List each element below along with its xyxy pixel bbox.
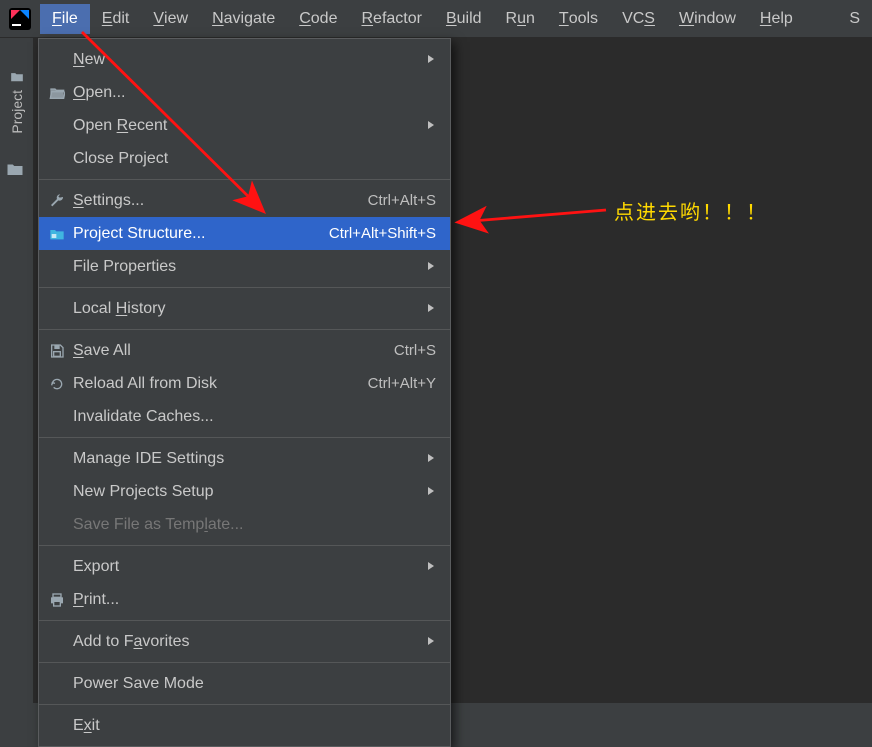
menu-run[interactable]: Run <box>494 4 547 34</box>
menu-item-label: Save All <box>73 342 394 360</box>
menu-separator <box>39 704 450 705</box>
save-icon <box>49 343 73 359</box>
menu-item-print[interactable]: Print... <box>39 583 450 616</box>
menu-item-manage-ide-settings[interactable]: Manage IDE Settings <box>39 442 450 475</box>
chevron-right-icon <box>422 558 436 576</box>
menu-item-open-recent[interactable]: Open Recent <box>39 109 450 142</box>
menu-item-add-to-favorites[interactable]: Add to Favorites <box>39 625 450 658</box>
menu-item-label: Open... <box>73 84 436 102</box>
menu-item-label: File Properties <box>73 258 422 276</box>
menu-window[interactable]: Window <box>667 4 748 34</box>
menu-help[interactable]: Help <box>748 4 805 34</box>
menu-item-export[interactable]: Export <box>39 550 450 583</box>
project-tab-label: Project <box>9 90 25 134</box>
menu-item-label: New Projects Setup <box>73 483 422 501</box>
wrench-icon <box>49 193 73 209</box>
menu-refactor[interactable]: Refactor <box>349 4 433 34</box>
menu-item-new[interactable]: New <box>39 43 450 76</box>
menu-item-label: Close Project <box>73 150 436 168</box>
menu-item-label: Add to Favorites <box>73 633 422 651</box>
open-icon <box>49 85 73 101</box>
menu-item-label: Save File as Template... <box>73 516 436 534</box>
proj-icon <box>49 226 73 242</box>
menu-item-shortcut: Ctrl+S <box>394 342 436 359</box>
reload-icon <box>49 376 73 392</box>
menu-tools[interactable]: Tools <box>547 4 610 34</box>
menu-separator <box>39 437 450 438</box>
menu-item-label: Project Structure... <box>73 225 329 243</box>
chevron-right-icon <box>422 450 436 468</box>
menu-item-label: New <box>73 51 422 69</box>
folder-icon <box>10 70 24 84</box>
menu-item-label: Export <box>73 558 422 576</box>
menu-item-open[interactable]: Open... <box>39 76 450 109</box>
menu-item-label: Local History <box>73 300 422 318</box>
menu-separator <box>39 329 450 330</box>
menu-item-label: Open Recent <box>73 117 422 135</box>
menu-extra[interactable]: S <box>837 4 872 34</box>
menu-item-reload-all-from-disk[interactable]: Reload All from DiskCtrl+Alt+Y <box>39 367 450 400</box>
menu-view[interactable]: View <box>141 4 200 34</box>
menu-item-label: Settings... <box>73 192 368 210</box>
menu-item-label: Power Save Mode <box>73 675 436 693</box>
menu-item-shortcut: Ctrl+Alt+Shift+S <box>329 225 436 242</box>
menu-build[interactable]: Build <box>434 4 494 34</box>
menu-vcs[interactable]: VCS <box>610 4 667 34</box>
left-tool-strip: Project <box>0 38 34 703</box>
menu-file[interactable]: File <box>40 4 90 34</box>
menu-item-exit[interactable]: Exit <box>39 709 450 742</box>
menu-item-invalidate-caches[interactable]: Invalidate Caches... <box>39 400 450 433</box>
folder-icon <box>6 160 24 182</box>
file-menu-dropdown: New Open... Open Recent Close Project Settin… <box>38 38 451 747</box>
menu-item-local-history[interactable]: Local History <box>39 292 450 325</box>
menu-code[interactable]: Code <box>287 4 349 34</box>
menu-item-file-properties[interactable]: File Properties <box>39 250 450 283</box>
menu-item-label: Exit <box>73 717 436 735</box>
menu-item-close-project[interactable]: Close Project <box>39 142 450 175</box>
menu-item-label: Reload All from Disk <box>73 375 368 393</box>
chevron-right-icon <box>422 117 436 135</box>
menu-item-power-save-mode[interactable]: Power Save Mode <box>39 667 450 700</box>
chevron-right-icon <box>422 633 436 651</box>
menu-item-label: Invalidate Caches... <box>73 408 436 426</box>
project-tool-tab[interactable]: Project <box>5 62 29 142</box>
menu-separator <box>39 179 450 180</box>
intellij-logo-icon <box>4 3 36 35</box>
menu-separator <box>39 620 450 621</box>
chevron-right-icon <box>422 258 436 276</box>
menu-item-label: Print... <box>73 591 436 609</box>
menu-item-shortcut: Ctrl+Alt+S <box>368 192 436 209</box>
chevron-right-icon <box>422 300 436 318</box>
menubar: FileEditViewNavigateCodeRefactorBuildRun… <box>0 0 872 38</box>
menu-item-shortcut: Ctrl+Alt+Y <box>368 375 436 392</box>
menu-item-settings[interactable]: Settings...Ctrl+Alt+S <box>39 184 450 217</box>
menu-separator <box>39 545 450 546</box>
chevron-right-icon <box>422 51 436 69</box>
menu-edit[interactable]: Edit <box>90 4 142 34</box>
chevron-right-icon <box>422 483 436 501</box>
print-icon <box>49 592 73 608</box>
menu-item-new-projects-setup[interactable]: New Projects Setup <box>39 475 450 508</box>
menu-separator <box>39 662 450 663</box>
menu-item-label: Manage IDE Settings <box>73 450 422 468</box>
annotation-callout: 点进去哟！！！ <box>614 196 768 225</box>
menu-item-project-structure[interactable]: Project Structure...Ctrl+Alt+Shift+S <box>39 217 450 250</box>
menu-separator <box>39 287 450 288</box>
menu-item-save-all[interactable]: Save AllCtrl+S <box>39 334 450 367</box>
menu-item-save-file-as-template: Save File as Template... <box>39 508 450 541</box>
menu-navigate[interactable]: Navigate <box>200 4 287 34</box>
